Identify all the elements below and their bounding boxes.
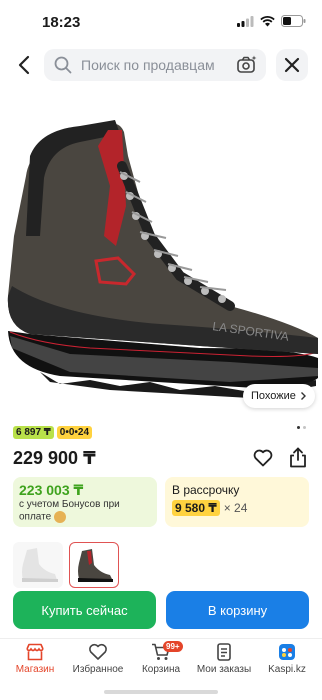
similar-button[interactable]: Похожие (243, 384, 315, 408)
product-image[interactable]: LA SPORTIVA (0, 86, 322, 416)
tab-cart[interactable]: 99+ Корзина (132, 639, 190, 682)
close-button[interactable] (276, 49, 308, 81)
bonus-badge: 6 897 ₸ (13, 426, 54, 439)
bottom-tabbar: Магазин Избранное 99+ Корзина Мои заказы… (0, 638, 322, 682)
boot-image: LA SPORTIVA (7, 120, 319, 398)
favorite-icon[interactable] (253, 449, 273, 467)
status-time: 18:23 (42, 14, 81, 31)
search-row: Поиск по продавцам (0, 46, 322, 84)
bonus-caption-text: с учетом Бонусов при оплате (19, 499, 120, 523)
wifi-icon (260, 15, 275, 26)
pagination-dot (297, 426, 300, 429)
share-icon[interactable] (288, 447, 308, 468)
similar-label: Похожие (251, 390, 296, 402)
tab-favorites-label: Избранное (72, 664, 124, 675)
installment-badge: 0•0•24 (56, 426, 93, 439)
heart-icon (89, 643, 107, 660)
tab-favorites[interactable]: Избранное (69, 639, 127, 682)
dark-boot-thumbnail (78, 549, 113, 582)
white-boot-thumbnail (22, 548, 58, 582)
image-pagination (297, 426, 306, 429)
installment-multiplier: × 24 (223, 501, 248, 515)
add-to-cart-button[interactable]: В корзину (166, 591, 309, 629)
installment-row: 9 580 ₸ × 24 (172, 500, 247, 516)
installment-amount: 9 580 ₸ (172, 500, 220, 516)
tab-kaspi-label: Kaspi.kz (268, 664, 306, 675)
variant-thumbnail-white[interactable] (13, 542, 63, 588)
kaspi-icon (279, 644, 295, 660)
search-placeholder: Поиск по продавцам (81, 57, 215, 73)
bonus-price-card[interactable]: 223 003 ₸ с учетом Бонусов при оплате (13, 477, 157, 527)
variant-thumbnail-dark[interactable] (69, 542, 119, 588)
back-icon[interactable] (14, 53, 36, 77)
signal-icon (237, 15, 254, 27)
chevron-right-icon (300, 392, 306, 400)
pagination-dot (303, 426, 306, 429)
bonus-coin-icon (53, 511, 66, 523)
buy-now-button[interactable]: Купить сейчас (13, 591, 156, 629)
status-icons (237, 15, 306, 27)
close-icon (284, 57, 300, 73)
search-input[interactable]: Поиск по продавцам (44, 49, 266, 81)
bonus-caption: с учетом Бонусов при оплате (19, 499, 129, 524)
product-price: 229 900 ₸ (13, 448, 96, 468)
installment-card[interactable]: В рассрочку 9 580 ₸ × 24 (165, 477, 309, 527)
status-bar: 18:23 (0, 0, 322, 44)
tab-store[interactable]: Магазин (6, 639, 64, 682)
tab-kaspi[interactable]: Kaspi.kz (258, 639, 316, 682)
bonus-price: 223 003 ₸ (19, 482, 84, 498)
home-indicator (104, 690, 218, 694)
tab-orders[interactable]: Мои заказы (195, 639, 253, 682)
camera-icon[interactable] (236, 54, 258, 76)
store-icon (26, 643, 44, 661)
tab-store-label: Магазин (15, 664, 55, 675)
search-icon (54, 56, 72, 74)
battery-icon (281, 15, 306, 27)
orders-icon (217, 643, 231, 661)
installment-title: В рассрочку (172, 483, 240, 497)
promo-badges: 6 897 ₸ 0•0•24 (13, 426, 93, 439)
tab-orders-label: Мои заказы (196, 664, 252, 675)
cart-count-badge: 99+ (163, 641, 183, 652)
tab-cart-label: Корзина (141, 664, 181, 675)
